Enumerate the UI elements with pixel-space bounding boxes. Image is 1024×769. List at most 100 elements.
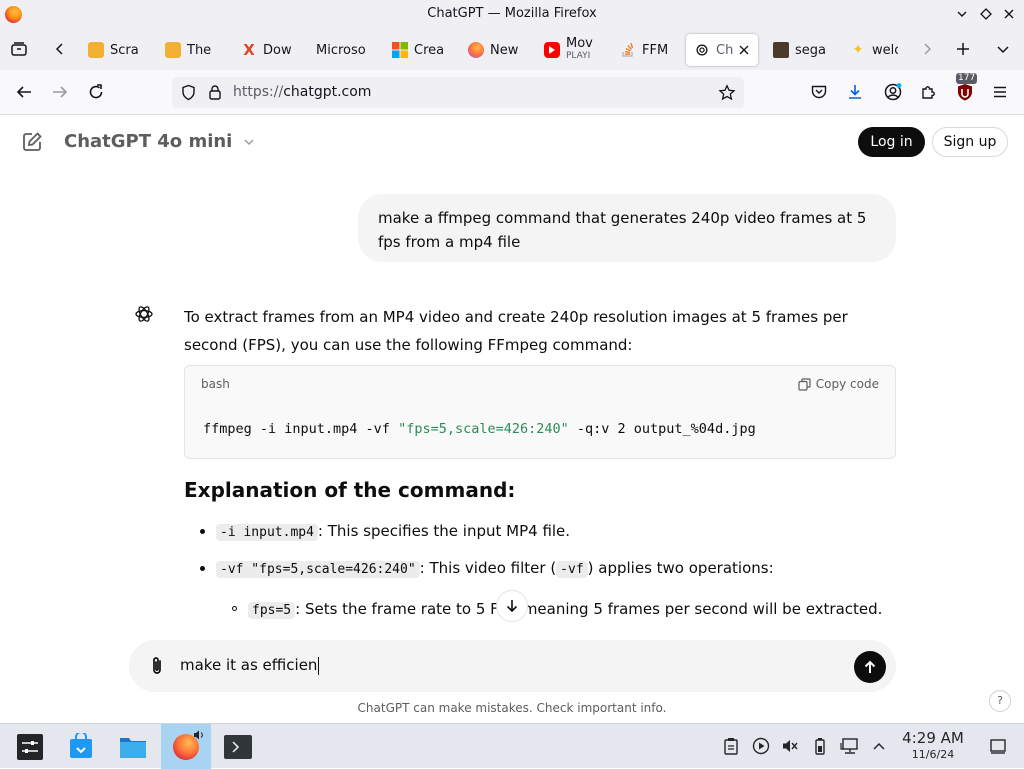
bullet-text: : Sets the frame rate to 5 F bbox=[295, 600, 499, 618]
system-taskbar: 4:29 AM 11/6/24 bbox=[0, 723, 1024, 769]
window-title: ChatGPT — Mozilla Firefox bbox=[427, 6, 597, 21]
tab-sega[interactable]: sega bbox=[773, 34, 825, 66]
tab-label: Scra bbox=[110, 42, 139, 58]
forward-icon[interactable] bbox=[49, 81, 71, 103]
tab-scroll-right-icon[interactable] bbox=[917, 39, 939, 61]
tab-scroll-left-icon[interactable] bbox=[50, 39, 72, 61]
tab-overview-icon[interactable] bbox=[9, 39, 31, 61]
ublock-origin-icon[interactable]: 177 bbox=[954, 73, 978, 103]
bookmark-star-icon[interactable] bbox=[718, 84, 736, 102]
tab-new[interactable]: New bbox=[468, 34, 522, 66]
tab-label: Ch bbox=[716, 42, 734, 58]
inline-code: -i input.mp4 bbox=[216, 524, 318, 541]
url-text[interactable]: https://chatgpt.com bbox=[233, 84, 371, 100]
navigation-bar: https://chatgpt.com 177 bbox=[0, 70, 1024, 115]
bullet-text: ) applies two operations: bbox=[587, 559, 774, 577]
tab-label: Crea bbox=[414, 42, 444, 58]
show-desktop-icon[interactable] bbox=[988, 736, 1008, 756]
close-tab-icon[interactable] bbox=[739, 45, 749, 55]
file-manager-icon[interactable] bbox=[113, 728, 153, 766]
tab-dow[interactable]: X Dow bbox=[241, 34, 293, 66]
copy-code-button[interactable]: Copy code bbox=[798, 377, 879, 391]
arrow-down-icon bbox=[504, 598, 520, 614]
tab-ffm[interactable]: FFM bbox=[620, 34, 672, 66]
tab-strip: Scra The X Dow Microso Crea New Mov PLAY… bbox=[0, 30, 1024, 70]
volume-muted-icon[interactable] bbox=[780, 736, 800, 756]
pocket-icon[interactable] bbox=[808, 81, 830, 103]
help-button[interactable]: ? bbox=[989, 690, 1011, 712]
network-icon[interactable] bbox=[840, 736, 860, 756]
back-icon[interactable] bbox=[13, 81, 35, 103]
tab-label: The bbox=[187, 42, 212, 58]
chevron-down-icon bbox=[243, 136, 255, 148]
padlock-icon[interactable] bbox=[207, 84, 223, 101]
extensions-puzzle-icon[interactable] bbox=[918, 81, 940, 103]
new-tab-icon[interactable] bbox=[953, 39, 975, 61]
bullet-dot bbox=[200, 529, 205, 534]
maximize-icon[interactable] bbox=[979, 7, 993, 21]
clock-time[interactable]: 4:29 AM bbox=[898, 729, 968, 747]
x-logo-icon: X bbox=[243, 41, 255, 59]
openai-logo-icon bbox=[134, 304, 154, 324]
firefox-icon bbox=[468, 42, 484, 58]
message-input[interactable]: make it as efficien bbox=[180, 656, 320, 675]
window-titlebar: ChatGPT — Mozilla Firefox bbox=[0, 0, 1024, 30]
reload-icon[interactable] bbox=[85, 81, 107, 103]
explanation-bullet-2: -vf "fps=5,scale=426:240": This video fi… bbox=[216, 556, 774, 582]
login-button[interactable]: Log in bbox=[858, 127, 925, 157]
bookmark-coin-icon bbox=[165, 42, 181, 58]
bullet-dot bbox=[200, 566, 205, 571]
new-chat-icon[interactable] bbox=[21, 131, 43, 153]
stackoverflow-icon bbox=[620, 42, 636, 58]
explanation-sub-bullet: fps=5: Sets the frame rate to 5 F meaning… bbox=[248, 597, 882, 623]
message-composer[interactable]: make it as efficien bbox=[129, 640, 896, 692]
tracking-protection-shield-icon[interactable] bbox=[180, 84, 197, 101]
signup-button[interactable]: Sign up bbox=[932, 127, 1008, 157]
scroll-to-bottom-button[interactable] bbox=[496, 590, 528, 622]
hamburger-menu-icon[interactable] bbox=[989, 81, 1011, 103]
account-icon[interactable] bbox=[882, 81, 904, 103]
youtube-icon bbox=[544, 42, 560, 58]
model-selector[interactable]: ChatGPT 4o mini bbox=[64, 131, 255, 152]
terminal-taskbar-button[interactable] bbox=[215, 724, 261, 769]
tab-crea[interactable]: Crea bbox=[392, 34, 444, 66]
audio-playing-icon bbox=[193, 729, 205, 741]
downloads-icon[interactable] bbox=[844, 81, 866, 103]
firefox-taskbar-button[interactable] bbox=[161, 724, 211, 769]
microsoft-logo-icon bbox=[392, 42, 408, 58]
inline-code: -vf bbox=[556, 561, 588, 578]
tab-microso[interactable]: Microso bbox=[316, 34, 370, 66]
url-protocol: https:// bbox=[233, 84, 284, 100]
paperclip-attach-icon[interactable] bbox=[147, 655, 167, 677]
close-window-icon[interactable] bbox=[1002, 7, 1016, 21]
tab-scra[interactable]: Scra bbox=[88, 34, 140, 66]
tab-sublabel: PLAYI bbox=[566, 51, 591, 61]
list-all-tabs-icon[interactable] bbox=[993, 39, 1015, 61]
media-player-icon[interactable] bbox=[751, 736, 771, 756]
tab-label: Mov bbox=[566, 36, 593, 51]
tab-label: sega bbox=[795, 42, 825, 58]
address-bar[interactable]: https://chatgpt.com bbox=[172, 77, 744, 108]
assistant-intro-text: To extract frames from an MP4 video and … bbox=[184, 308, 848, 354]
image-thumb-icon bbox=[773, 42, 789, 58]
sparkle-icon: ✦ bbox=[852, 42, 864, 58]
message-input-value: make it as efficien bbox=[180, 656, 318, 674]
explanation-bullet-1: -i input.mp4: This specifies the input M… bbox=[216, 519, 570, 545]
tab-label: Dow bbox=[263, 42, 292, 58]
send-button[interactable] bbox=[854, 651, 886, 683]
disclaimer-text: ChatGPT can make mistakes. Check importa… bbox=[357, 701, 667, 715]
code-block: bash Copy code ffmpeg -i input.mp4 -vf "… bbox=[184, 365, 896, 459]
discover-store-icon[interactable] bbox=[61, 728, 101, 766]
sub-bullet-dot bbox=[232, 606, 237, 611]
show-hidden-icons-chevron-icon[interactable] bbox=[869, 736, 889, 756]
tab-welc[interactable]: ✦ welc bbox=[850, 34, 898, 66]
minimize-icon[interactable] bbox=[955, 7, 969, 21]
app-launcher-icon[interactable] bbox=[10, 728, 50, 766]
clock-date[interactable]: 11/6/24 bbox=[898, 748, 968, 761]
tab-the[interactable]: The bbox=[165, 34, 215, 66]
tab-mov[interactable]: Mov PLAYI bbox=[544, 34, 596, 66]
tab-label: New bbox=[490, 42, 519, 58]
tab-chatgpt-active[interactable]: Ch bbox=[686, 34, 758, 66]
battery-usb-icon[interactable] bbox=[810, 736, 830, 756]
clipboard-icon[interactable] bbox=[721, 736, 741, 756]
